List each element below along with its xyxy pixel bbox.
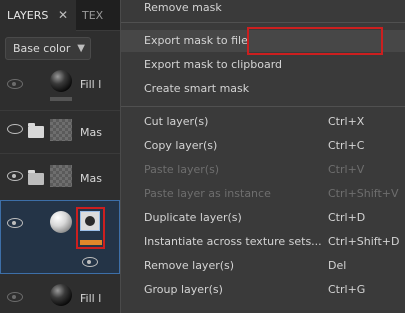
menu-item-instantiate-across-texture-sets[interactable]: Instantiate across texture sets... Ctrl+… bbox=[121, 231, 405, 253]
layer-row[interactable]: Mas bbox=[0, 155, 120, 199]
tab-texture-set[interactable]: TEX bbox=[82, 0, 103, 31]
menu-item-label: Cut layer(s) bbox=[144, 115, 209, 128]
layer-thumbnail bbox=[50, 211, 72, 233]
menu-item-shortcut: Ctrl+D bbox=[328, 211, 366, 224]
menu-item-remove-layers[interactable]: Remove layer(s) Del bbox=[121, 255, 405, 277]
layer-thumbnail bbox=[50, 284, 72, 306]
menu-item-label: Remove layer(s) bbox=[144, 259, 235, 272]
close-icon[interactable]: ✕ bbox=[58, 0, 68, 31]
menu-item-paste-layers[interactable]: Paste layer(s) Ctrl+V bbox=[121, 159, 405, 181]
tab-layers-label: LAYERS bbox=[7, 9, 49, 22]
eye-icon[interactable] bbox=[7, 218, 23, 228]
layer-name[interactable]: Mas bbox=[80, 172, 102, 185]
eye-icon[interactable] bbox=[7, 79, 23, 89]
menu-item-shortcut: Ctrl+X bbox=[328, 115, 365, 128]
menu-item-label: Duplicate layer(s) bbox=[144, 211, 242, 224]
layer-thumbnail bbox=[50, 165, 72, 187]
menu-item-shortcut: Ctrl+V bbox=[328, 163, 365, 176]
eye-icon[interactable] bbox=[7, 171, 23, 181]
menu-item-label: Paste layer(s) bbox=[144, 163, 220, 176]
panel-tabs: LAYERS ✕ TEX bbox=[0, 0, 120, 31]
layer-name[interactable]: Fill l bbox=[80, 292, 101, 305]
divider bbox=[0, 110, 120, 111]
blend-mode-dropdown[interactable]: Base color ▼ bbox=[5, 37, 91, 60]
menu-item-shortcut: Del bbox=[328, 259, 347, 272]
menu-item-duplicate-layers[interactable]: Duplicate layer(s) Ctrl+D bbox=[121, 207, 405, 229]
menu-item-label: Copy layer(s) bbox=[144, 139, 218, 152]
layer-bar bbox=[50, 97, 72, 101]
divider bbox=[0, 153, 120, 154]
menu-item-paste-layer-as-instance[interactable]: Paste layer as instance Ctrl+Shift+V bbox=[121, 183, 405, 205]
layer-thumbnail bbox=[50, 119, 72, 141]
menu-item-remove-mask[interactable]: Remove mask bbox=[121, 0, 405, 19]
layer-name[interactable]: Mas bbox=[80, 126, 102, 139]
eye-icon[interactable] bbox=[7, 292, 23, 302]
menu-item-cut-layers[interactable]: Cut layer(s) Ctrl+X bbox=[121, 111, 405, 133]
menu-item-shortcut: Ctrl+Shift+V bbox=[328, 187, 399, 200]
menu-item-group-layers[interactable]: Group layer(s) Ctrl+G bbox=[121, 279, 405, 301]
menu-item-shortcut: Ctrl+G bbox=[328, 283, 366, 296]
menu-item-shortcut: Ctrl+C bbox=[328, 139, 365, 152]
layer-row[interactable]: Fill l bbox=[0, 64, 120, 108]
menu-item-label: Group layer(s) bbox=[144, 283, 223, 296]
menu-item-label: Paste layer as instance bbox=[144, 187, 271, 200]
menu-item-shortcut: Ctrl+Shift+D bbox=[328, 235, 400, 248]
layer-row[interactable]: Mas bbox=[0, 112, 120, 152]
menu-item-label: Create smart mask bbox=[144, 82, 250, 95]
menu-item-label: Export mask to file bbox=[144, 34, 248, 47]
blend-mode-value: Base color bbox=[13, 42, 71, 55]
folder-icon bbox=[28, 123, 44, 138]
menu-item-create-smart-mask[interactable]: Create smart mask bbox=[121, 78, 405, 100]
mask-eye-icon[interactable] bbox=[82, 257, 98, 267]
highlight-box bbox=[76, 207, 105, 249]
menu-separator bbox=[121, 106, 405, 107]
menu-item-label: Instantiate across texture sets... bbox=[144, 235, 322, 248]
context-menu: Remove mask Export mask to file Export m… bbox=[120, 0, 405, 313]
layers-panel: LAYERS ✕ TEX Base color ▼ Fill l Mas Mas bbox=[0, 0, 120, 313]
folder-open-icon bbox=[28, 170, 44, 185]
menu-item-label: Export mask to clipboard bbox=[144, 58, 283, 71]
menu-separator bbox=[121, 22, 405, 23]
menu-item-label: Remove mask bbox=[144, 1, 222, 14]
menu-item-copy-layers[interactable]: Copy layer(s) Ctrl+C bbox=[121, 135, 405, 157]
highlight-box bbox=[247, 27, 383, 55]
chevron-down-icon: ▼ bbox=[77, 43, 85, 54]
eye-icon[interactable] bbox=[7, 124, 23, 134]
layer-name[interactable]: Fill l bbox=[80, 78, 101, 91]
tab-layers[interactable]: LAYERS ✕ bbox=[0, 0, 76, 31]
layer-row[interactable]: Fill l bbox=[0, 278, 120, 313]
layer-thumbnail bbox=[50, 70, 72, 92]
menu-item-export-mask-to-clipboard[interactable]: Export mask to clipboard bbox=[121, 54, 405, 76]
